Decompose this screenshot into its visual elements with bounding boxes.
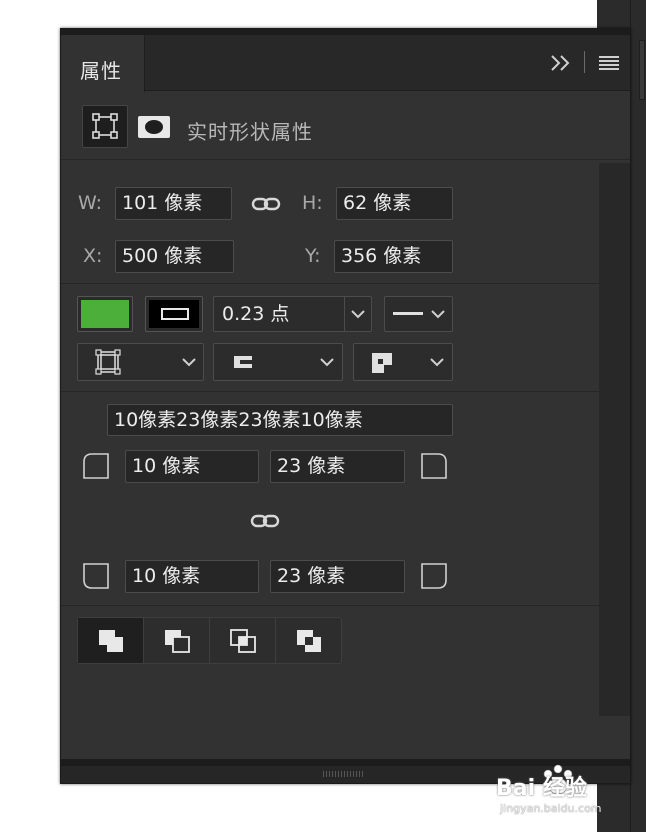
exclude-overlapping-shapes-icon bbox=[297, 630, 321, 652]
x-label: X: bbox=[83, 245, 103, 267]
solid-line-icon bbox=[393, 312, 423, 315]
mask-icon bbox=[145, 120, 163, 134]
watermark-brand: Bai 经验 bbox=[496, 776, 587, 801]
section-divider bbox=[61, 391, 599, 392]
stroke-align-inside-icon bbox=[95, 349, 121, 375]
path-operations-group bbox=[77, 617, 342, 664]
height-field[interactable]: 62 像素 bbox=[336, 187, 453, 220]
stroke-color bbox=[149, 300, 199, 328]
dropdown-split bbox=[344, 297, 345, 331]
line-join-icon bbox=[372, 353, 392, 373]
width-field[interactable]: 101 像素 bbox=[115, 187, 232, 220]
intersect-shape-areas-button[interactable] bbox=[210, 618, 276, 663]
height-label: H: bbox=[302, 192, 323, 214]
watermark-url: jingyan.baidu.com bbox=[500, 802, 602, 815]
corner-top-right-field[interactable]: 23 像素 bbox=[270, 450, 405, 483]
corner-top-right-icon bbox=[421, 453, 447, 479]
subtract-front-shape-button[interactable] bbox=[144, 618, 210, 663]
panel-menu-icon[interactable] bbox=[599, 55, 619, 71]
link-dimensions-icon[interactable] bbox=[251, 194, 281, 214]
shape-transform-button[interactable] bbox=[82, 105, 128, 148]
width-label: W: bbox=[78, 192, 103, 214]
chevron-down-icon[interactable] bbox=[431, 310, 445, 319]
properties-panel: 属性 实时形状属性 W: 101 像素 H: 62 像素 X: 500 像素 Y… bbox=[60, 28, 631, 784]
dock-scroll-knob[interactable] bbox=[639, 40, 645, 100]
y-label: Y: bbox=[305, 245, 321, 267]
fill-color bbox=[81, 300, 129, 328]
titlebar-separator bbox=[584, 51, 585, 73]
stroke-icon bbox=[161, 308, 189, 320]
combine-shapes-icon bbox=[99, 630, 123, 652]
section-divider bbox=[61, 605, 599, 606]
stroke-color-swatch[interactable] bbox=[145, 296, 203, 332]
fill-color-swatch[interactable] bbox=[77, 296, 133, 332]
section-divider bbox=[61, 283, 599, 284]
intersect-shape-areas-icon bbox=[230, 629, 256, 653]
section-title: 实时形状属性 bbox=[187, 120, 313, 144]
panel-scrollbar[interactable] bbox=[599, 163, 630, 716]
chevron-down-icon[interactable] bbox=[182, 358, 196, 367]
baidu-jingyan-watermark: Bai 经验 jingyan.baidu.com bbox=[496, 764, 620, 820]
panel-top-edge bbox=[61, 29, 630, 35]
panel-titlebar: 属性 bbox=[61, 29, 630, 92]
shape-transform-icon bbox=[92, 113, 118, 139]
panel-collapse-icon[interactable] bbox=[549, 51, 573, 75]
stroke-join-dropdown[interactable] bbox=[353, 343, 453, 381]
exclude-overlapping-shapes-button[interactable] bbox=[276, 618, 342, 663]
corner-radius-summary[interactable]: 10像素23像素23像素10像素 bbox=[107, 404, 453, 436]
stroke-width-value: 0.23 点 bbox=[222, 303, 290, 325]
chevron-down-icon[interactable] bbox=[430, 358, 444, 367]
combine-shapes-button[interactable] bbox=[78, 618, 144, 663]
corner-bottom-left-icon bbox=[83, 563, 109, 589]
corner-top-left-icon bbox=[83, 453, 109, 479]
corner-bottom-right-icon bbox=[421, 563, 447, 589]
stroke-cap-dropdown[interactable] bbox=[213, 343, 343, 381]
resize-grip-icon[interactable] bbox=[323, 771, 365, 777]
tab-properties-label: 属性 bbox=[80, 59, 122, 83]
chevron-down-icon[interactable] bbox=[320, 358, 334, 367]
corner-bottom-right-field[interactable]: 23 像素 bbox=[270, 560, 405, 593]
link-corners-icon[interactable] bbox=[250, 511, 280, 531]
stroke-align-dropdown[interactable] bbox=[77, 343, 204, 381]
tab-properties[interactable]: 属性 bbox=[61, 35, 145, 92]
x-position-field[interactable]: 500 像素 bbox=[115, 240, 234, 273]
line-cap-icon bbox=[234, 356, 252, 368]
stroke-width-dropdown[interactable]: 0.23 点 bbox=[213, 296, 372, 332]
chevron-down-icon[interactable] bbox=[351, 310, 365, 319]
corner-top-left-field[interactable]: 10 像素 bbox=[125, 450, 259, 483]
y-position-field[interactable]: 356 像素 bbox=[334, 240, 453, 273]
live-shape-header: 实时形状属性 bbox=[61, 92, 630, 160]
subtract-front-shape-icon bbox=[165, 630, 190, 653]
mask-button[interactable] bbox=[138, 116, 170, 138]
stroke-type-dropdown[interactable] bbox=[384, 296, 453, 332]
corner-bottom-left-field[interactable]: 10 像素 bbox=[125, 560, 259, 593]
